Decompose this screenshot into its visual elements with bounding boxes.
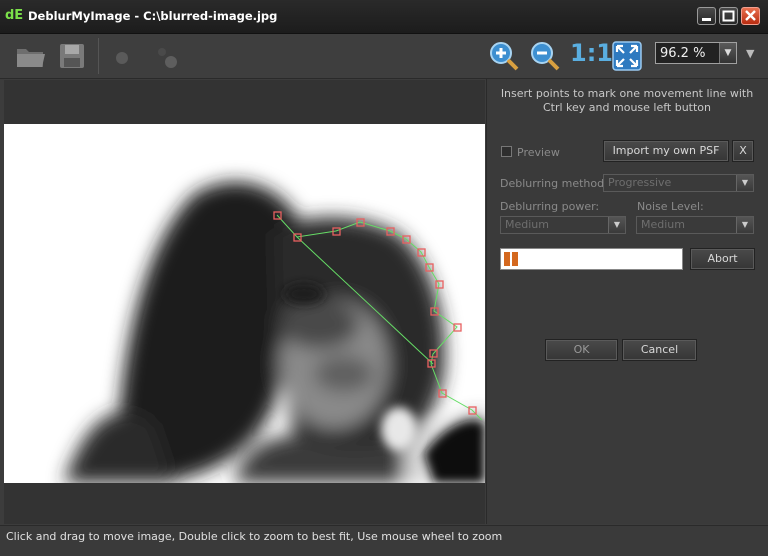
chevron-down-icon: ▼ (608, 217, 625, 233)
chevron-down-icon: ▼ (736, 175, 753, 191)
record-icon[interactable] (106, 40, 138, 72)
ok-button[interactable]: OK (545, 339, 618, 361)
title-bar: dE DeblurMyImage - C:\blurred-image.jpg (0, 0, 768, 34)
noise-level-select[interactable]: Medium ▼ (636, 216, 754, 234)
status-bar: Click and drag to move image, Double cli… (0, 525, 768, 556)
zoom-actual-size-button[interactable]: 1:1 (570, 39, 613, 67)
maximize-button[interactable] (719, 7, 738, 25)
progress-fill (504, 252, 518, 266)
noise-level-label: Noise Level: (637, 200, 704, 213)
preview-checkbox[interactable] (501, 146, 512, 157)
app-logo-icon: dE (5, 8, 24, 23)
status-text: Click and drag to move image, Double cli… (6, 530, 503, 543)
toolbar: 1:1 96.2 % ▼ ▼ (0, 34, 768, 79)
deblurring-power-select[interactable]: Medium ▼ (500, 216, 626, 234)
deblurring-method-select[interactable]: Progressive ▼ (603, 174, 754, 192)
zoom-in-icon[interactable] (488, 40, 520, 72)
window-title: DeblurMyImage - C:\blurred-image.jpg (28, 9, 278, 23)
deblurring-method-value: Progressive (608, 176, 672, 189)
toolbar-menu-button[interactable]: ▼ (746, 47, 754, 60)
steps-icon[interactable] (150, 40, 182, 72)
cancel-button[interactable]: Cancel (622, 339, 697, 361)
close-button[interactable] (741, 7, 760, 25)
blurred-photo[interactable] (4, 124, 485, 483)
deblurring-method-label: Deblurring method: (500, 177, 608, 190)
chevron-down-icon: ▼ (736, 217, 753, 233)
open-folder-icon[interactable] (15, 40, 47, 72)
progress-bar (500, 248, 683, 270)
zoom-out-icon[interactable] (529, 40, 561, 72)
instruction-text: Insert points to mark one movement line … (500, 87, 754, 114)
toolbar-separator (98, 38, 99, 74)
clear-psf-button[interactable]: X (732, 140, 754, 162)
chevron-down-icon[interactable]: ▼ (719, 43, 736, 63)
deblurring-power-label: Deblurring power: (500, 200, 600, 213)
close-icon (745, 10, 756, 21)
minimize-button[interactable] (697, 7, 716, 25)
zoom-level-select[interactable]: 96.2 % ▼ (655, 42, 737, 64)
deblurring-power-value: Medium (505, 218, 549, 231)
preview-label: Preview (517, 146, 560, 159)
save-icon[interactable] (56, 40, 88, 72)
noise-level-value: Medium (641, 218, 685, 231)
import-psf-button[interactable]: Import my own PSF (603, 140, 729, 162)
minimize-icon (702, 18, 711, 21)
app-window: dE DeblurMyImage - C:\blurred-image.jpg (0, 0, 768, 556)
abort-button[interactable]: Abort (690, 248, 755, 270)
zoom-level-value: 96.2 % (660, 46, 706, 61)
fit-window-icon[interactable] (611, 40, 643, 72)
maximize-icon (722, 10, 735, 22)
